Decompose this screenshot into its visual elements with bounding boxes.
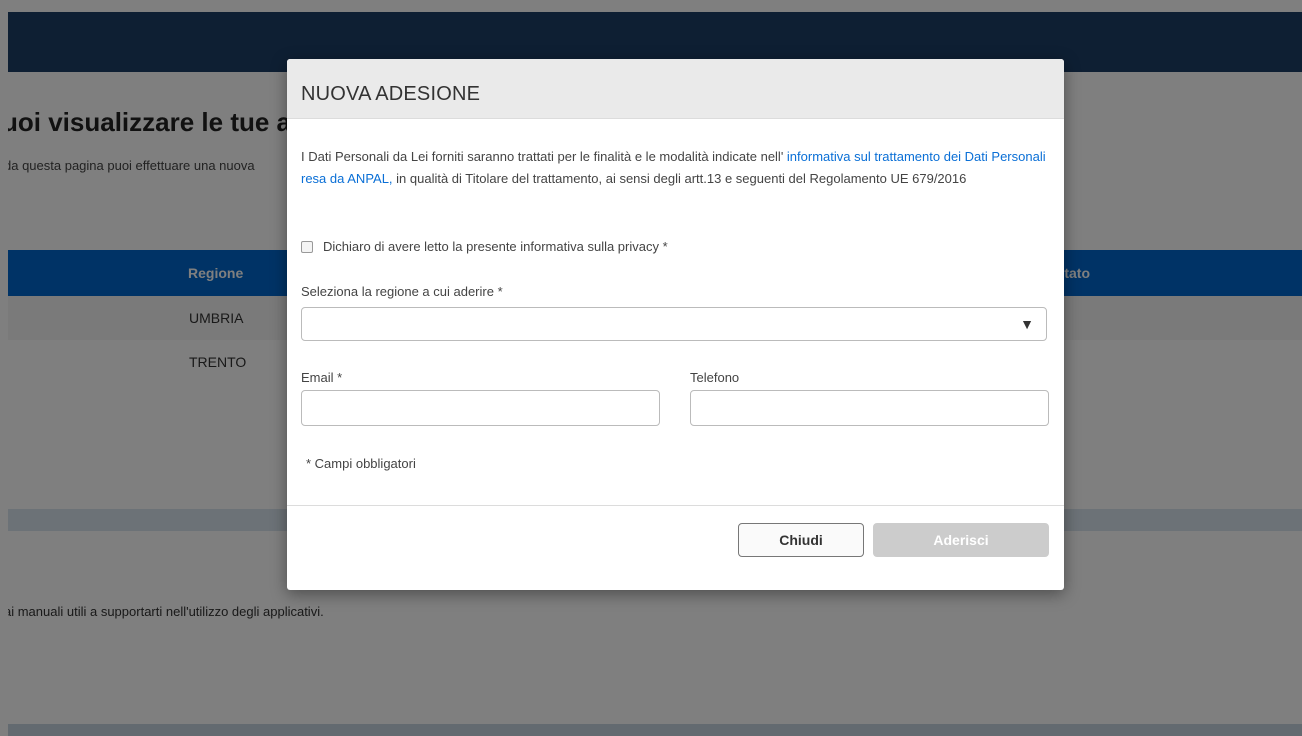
privacy-consent-checkbox[interactable] [301, 240, 313, 253]
required-fields-note: * Campi obbligatori [306, 456, 416, 471]
aderisci-button[interactable]: Aderisci [873, 523, 1049, 557]
phone-field[interactable] [690, 390, 1049, 426]
privacy-consent-row: Dichiaro di avere letto la presente info… [301, 239, 668, 254]
modal-title: NUOVA ADESIONE [301, 83, 481, 105]
modal-header: NUOVA ADESIONE [287, 59, 1064, 119]
privacy-text-before: I Dati Personali da Lei forniti saranno … [301, 149, 787, 164]
phone-label: Telefono [690, 370, 740, 385]
privacy-consent-label: Dichiaro di avere letto la presente info… [323, 239, 668, 254]
email-label: Email * [301, 370, 343, 385]
region-select[interactable]: ▼ [301, 307, 1047, 341]
privacy-text-after: in qualità di Titolare del trattamento, … [392, 171, 967, 186]
chevron-down-icon: ▼ [1020, 316, 1034, 332]
close-button[interactable]: Chiudi [738, 523, 864, 557]
region-label: Seleziona la regione a cui aderire * [301, 284, 503, 299]
privacy-notice: I Dati Personali da Lei forniti saranno … [301, 146, 1051, 190]
nuova-adesione-modal: NUOVA ADESIONE I Dati Personali da Lei f… [287, 59, 1064, 590]
modal-footer: Chiudi Aderisci [287, 505, 1064, 590]
email-field[interactable] [301, 390, 660, 426]
